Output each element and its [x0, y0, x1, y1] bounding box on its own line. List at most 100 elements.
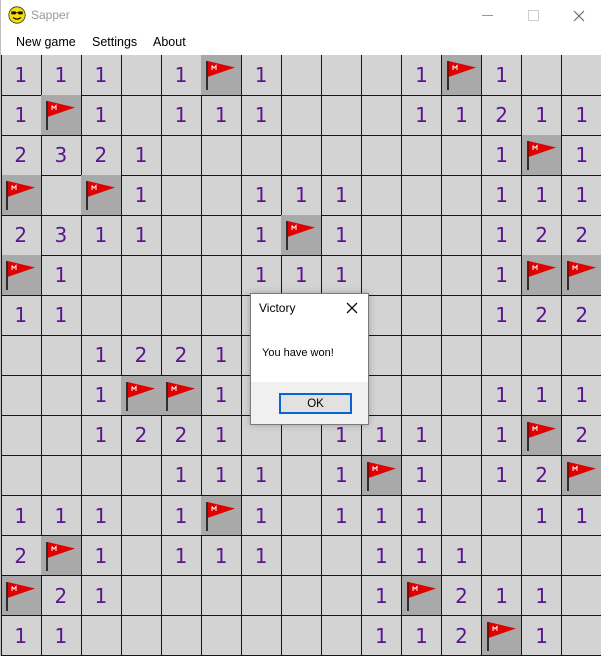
number-cell[interactable]: 1	[81, 215, 122, 256]
flag-cell[interactable]	[121, 375, 162, 417]
number-cell[interactable]: 1	[281, 255, 323, 296]
maximize-button[interactable]	[510, 0, 556, 31]
number-cell[interactable]: 2	[1, 215, 42, 256]
number-cell[interactable]: 2	[121, 335, 162, 377]
empty-cell[interactable]	[321, 55, 363, 96]
empty-cell[interactable]	[121, 535, 162, 577]
number-cell[interactable]: 1	[161, 535, 202, 577]
flag-cell[interactable]	[201, 495, 242, 537]
number-cell[interactable]: 1	[41, 495, 82, 537]
number-cell[interactable]: 2	[81, 135, 122, 176]
empty-cell[interactable]	[81, 615, 122, 656]
close-button[interactable]	[556, 0, 601, 31]
empty-cell[interactable]	[561, 536, 601, 577]
flag-cell[interactable]	[1, 175, 42, 216]
empty-cell[interactable]	[401, 215, 443, 256]
empty-cell[interactable]	[441, 335, 483, 377]
empty-cell[interactable]	[441, 255, 483, 296]
empty-cell[interactable]	[361, 175, 403, 216]
flag-cell[interactable]	[561, 455, 601, 497]
flag-cell[interactable]	[521, 415, 563, 457]
number-cell[interactable]: 1	[521, 615, 563, 656]
number-cell[interactable]: 1	[361, 615, 403, 656]
empty-cell[interactable]	[161, 575, 202, 617]
empty-cell[interactable]	[321, 95, 363, 136]
number-cell[interactable]: 1	[521, 175, 563, 216]
number-cell[interactable]: 1	[201, 95, 242, 136]
empty-cell[interactable]	[201, 255, 242, 296]
flag-cell[interactable]	[81, 175, 122, 216]
flag-cell[interactable]	[361, 455, 403, 497]
number-cell[interactable]: 1	[401, 415, 443, 457]
empty-cell[interactable]	[321, 615, 363, 656]
number-cell[interactable]: 1	[521, 495, 563, 537]
number-cell[interactable]: 1	[201, 335, 242, 377]
empty-cell[interactable]	[361, 55, 403, 96]
empty-cell[interactable]	[561, 576, 601, 617]
empty-cell[interactable]	[481, 535, 523, 577]
number-cell[interactable]: 1	[201, 535, 242, 577]
empty-cell[interactable]	[1, 455, 42, 497]
dialog-close-icon[interactable]	[344, 300, 360, 316]
flag-cell[interactable]	[1, 575, 42, 617]
number-cell[interactable]: 1	[241, 495, 282, 537]
number-cell[interactable]: 1	[241, 535, 282, 577]
number-cell[interactable]: 1	[1, 615, 42, 656]
number-cell[interactable]: 1	[521, 375, 563, 417]
empty-cell[interactable]	[441, 295, 483, 336]
empty-cell[interactable]	[361, 95, 403, 136]
flag-cell[interactable]	[1, 255, 42, 296]
number-cell[interactable]: 1	[481, 375, 523, 417]
number-cell[interactable]: 1	[401, 495, 443, 537]
empty-cell[interactable]	[401, 375, 443, 417]
empty-cell[interactable]	[121, 55, 162, 96]
empty-cell[interactable]	[321, 535, 363, 577]
empty-cell[interactable]	[441, 135, 483, 176]
number-cell[interactable]: 1	[481, 255, 523, 296]
flag-cell[interactable]	[521, 135, 563, 176]
empty-cell[interactable]	[161, 175, 202, 216]
number-cell[interactable]: 1	[521, 95, 563, 136]
number-cell[interactable]: 1	[481, 215, 523, 256]
empty-cell[interactable]	[121, 295, 162, 336]
number-cell[interactable]: 1	[1, 495, 42, 537]
number-cell[interactable]: 2	[441, 615, 483, 656]
number-cell[interactable]: 1	[321, 255, 363, 296]
number-cell[interactable]: 2	[41, 575, 82, 617]
empty-cell[interactable]	[521, 55, 563, 96]
flag-cell[interactable]	[41, 95, 82, 136]
number-cell[interactable]: 1	[81, 575, 122, 617]
number-cell[interactable]: 1	[481, 175, 523, 216]
number-cell[interactable]: 1	[481, 135, 523, 176]
empty-cell[interactable]	[521, 535, 563, 577]
empty-cell[interactable]	[201, 215, 242, 256]
empty-cell[interactable]	[241, 575, 282, 617]
empty-cell[interactable]	[281, 135, 323, 176]
number-cell[interactable]: 1	[481, 415, 523, 457]
number-cell[interactable]: 1	[241, 215, 282, 256]
empty-cell[interactable]	[41, 455, 82, 497]
number-cell[interactable]: 1	[161, 495, 202, 537]
empty-cell[interactable]	[1, 375, 42, 417]
number-cell[interactable]: 1	[81, 95, 122, 136]
number-cell[interactable]: 1	[321, 495, 363, 537]
number-cell[interactable]: 1	[321, 175, 363, 216]
empty-cell[interactable]	[441, 415, 483, 457]
number-cell[interactable]: 1	[321, 215, 363, 256]
empty-cell[interactable]	[281, 95, 323, 136]
number-cell[interactable]: 1	[561, 175, 601, 216]
number-cell[interactable]: 1	[401, 535, 443, 577]
number-cell[interactable]: 1	[561, 135, 601, 176]
empty-cell[interactable]	[561, 616, 601, 656]
empty-cell[interactable]	[1, 335, 42, 377]
empty-cell[interactable]	[121, 255, 162, 296]
number-cell[interactable]: 2	[481, 95, 523, 136]
number-cell[interactable]: 1	[441, 535, 483, 577]
number-cell[interactable]: 1	[401, 95, 443, 136]
minimize-button[interactable]	[464, 0, 510, 31]
number-cell[interactable]: 1	[81, 415, 122, 457]
number-cell[interactable]: 1	[41, 615, 82, 656]
number-cell[interactable]: 1	[201, 455, 242, 497]
flag-cell[interactable]	[161, 375, 202, 417]
empty-cell[interactable]	[401, 295, 443, 336]
